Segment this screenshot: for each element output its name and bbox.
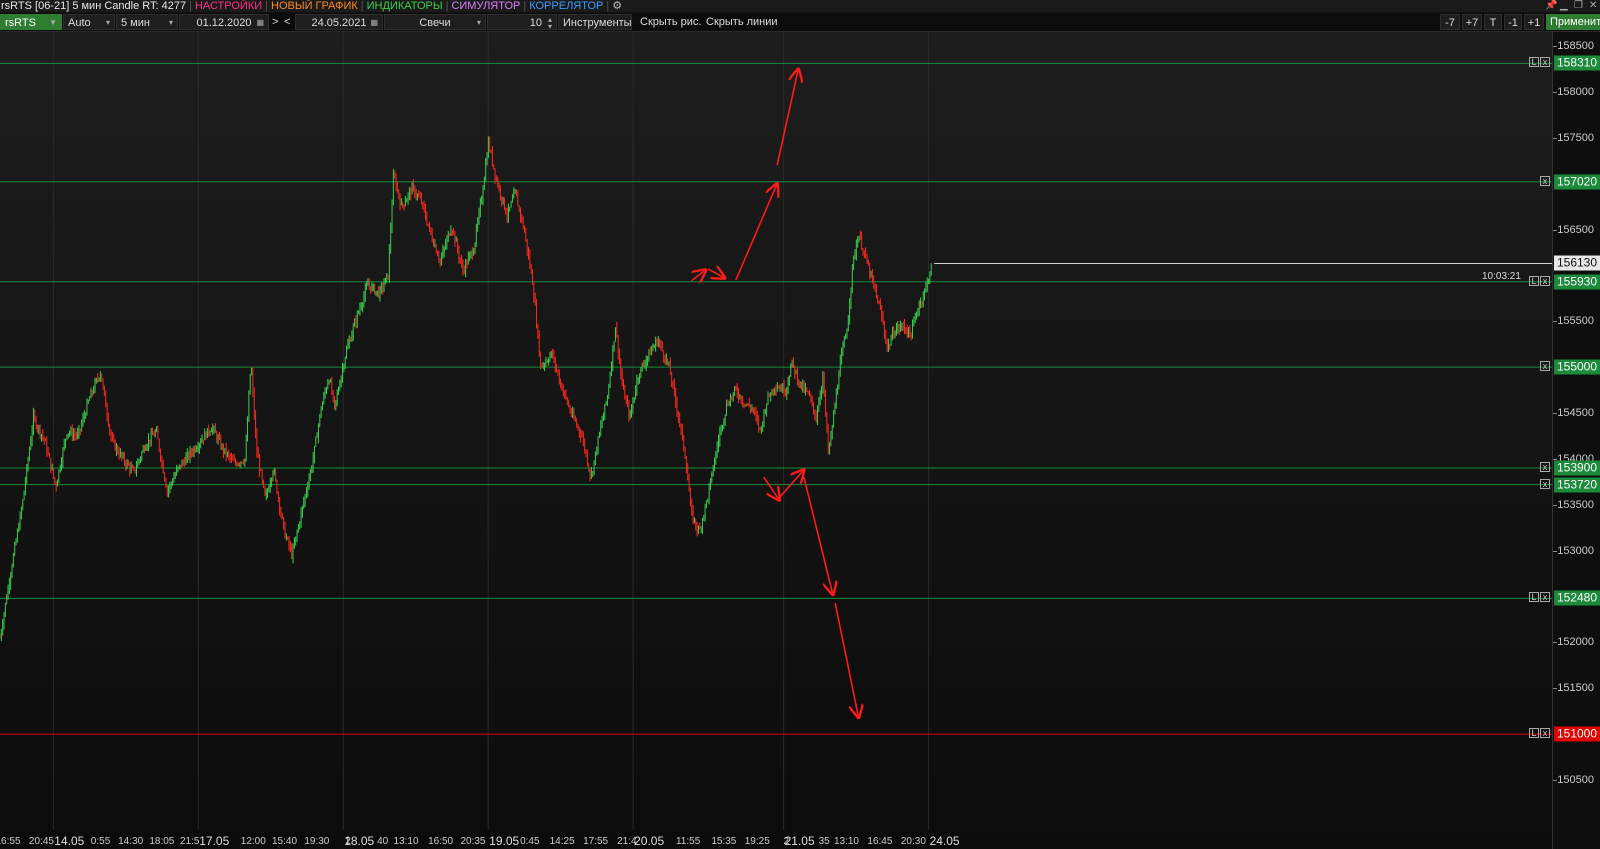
level-lock-icon[interactable]: L bbox=[1529, 57, 1539, 68]
level-close-icon[interactable]: x bbox=[1540, 361, 1550, 372]
annotation-arrow bbox=[778, 470, 804, 498]
candlestick-chart bbox=[0, 32, 1552, 830]
level-close-icon[interactable]: x bbox=[1540, 175, 1550, 186]
x-axis-time-label: 15:35 bbox=[711, 836, 737, 847]
level-price-tag[interactable]: 157020 bbox=[1554, 174, 1600, 190]
x-axis-time-label: 0:55 bbox=[90, 836, 111, 847]
x-axis-time-label: 16:55 bbox=[0, 836, 21, 847]
x-axis-date-label: 17.05 bbox=[199, 834, 230, 848]
x-axis-time-label: 40 bbox=[377, 836, 389, 847]
annotation-arrow bbox=[776, 69, 798, 166]
x-axis-time-label: 13:10 bbox=[393, 836, 419, 847]
annotation-arrow bbox=[763, 476, 780, 500]
x-axis-date-label: 14.05 bbox=[54, 834, 85, 848]
x-axis-time-label: 16:50 bbox=[428, 836, 454, 847]
level-controls[interactable]: x bbox=[1539, 175, 1550, 188]
level-price-tag[interactable]: 155930 bbox=[1554, 274, 1600, 290]
x-axis-time-label: 20:30 bbox=[900, 836, 926, 847]
x-axis-time-label: 13:10 bbox=[833, 836, 859, 847]
level-controls[interactable]: Lx bbox=[1528, 728, 1550, 740]
level-price-tag[interactable]: 155000 bbox=[1554, 359, 1600, 375]
x-axis-time-label: 21:5 bbox=[180, 836, 200, 847]
level-lock-icon[interactable]: L bbox=[1529, 728, 1539, 739]
x-axis-time-label: 19:30 bbox=[304, 836, 330, 847]
level-price-tag[interactable]: 151000 bbox=[1554, 726, 1600, 742]
x-axis-date-label: 20.05 bbox=[634, 834, 665, 848]
x-axis-time-label: 0:45 bbox=[520, 836, 540, 847]
x-axis-time-label: 20:35 bbox=[460, 836, 486, 847]
annotation-arrow bbox=[735, 184, 777, 281]
level-close-icon[interactable]: x bbox=[1540, 275, 1550, 286]
annotation-arrow bbox=[690, 270, 705, 281]
level-price-tag[interactable]: 153900 bbox=[1554, 460, 1600, 476]
level-close-icon[interactable]: x bbox=[1540, 57, 1550, 68]
level-close-icon[interactable]: x bbox=[1540, 478, 1550, 489]
current-price-tag: 156130 bbox=[1554, 255, 1600, 271]
x-axis-date-label: 18.05 bbox=[344, 834, 375, 848]
x-axis-time-label: 17:55 bbox=[583, 836, 609, 847]
level-controls[interactable]: x bbox=[1539, 361, 1550, 373]
level-controls[interactable]: Lx bbox=[1528, 57, 1550, 69]
x-axis-date-label: 19.05 bbox=[489, 834, 520, 848]
x-axis-time-label: 18:05 bbox=[149, 836, 175, 847]
x-axis-time-label: 19:25 bbox=[744, 836, 770, 847]
level-controls[interactable]: x bbox=[1539, 478, 1550, 491]
level-controls[interactable]: Lx bbox=[1528, 592, 1550, 604]
x-axis-time-label: 11:55 bbox=[675, 836, 701, 847]
level-price-tag[interactable]: 158310 bbox=[1554, 55, 1600, 71]
level-controls[interactable]: x bbox=[1539, 462, 1550, 474]
x-axis-time-label: 14:30 bbox=[118, 836, 144, 847]
x-axis-time-label: 15:40 bbox=[272, 836, 298, 847]
annotation-arrow bbox=[707, 269, 725, 278]
x-axis-date-label: 24.05 bbox=[929, 834, 960, 848]
annotation-arrow bbox=[834, 602, 858, 718]
level-controls[interactable]: Lx bbox=[1528, 275, 1550, 288]
x-axis-time-label: 14:25 bbox=[549, 836, 575, 847]
x-axis-time-label: 35 bbox=[818, 836, 830, 847]
level-close-icon[interactable]: x bbox=[1540, 728, 1550, 739]
level-lock-icon[interactable]: L bbox=[1529, 275, 1539, 286]
x-axis-time-label: 12:00 bbox=[240, 836, 266, 847]
level-price-tag[interactable]: 152480 bbox=[1554, 590, 1600, 606]
x-axis-time-label: 16:45 bbox=[867, 836, 893, 847]
level-close-icon[interactable]: x bbox=[1540, 462, 1550, 473]
current-time-label: 10:03:21 bbox=[1482, 271, 1521, 282]
annotation-arrow bbox=[803, 477, 833, 594]
x-axis-time-label: 20:45 bbox=[28, 836, 54, 847]
level-price-tag[interactable]: 153720 bbox=[1554, 477, 1600, 493]
level-close-icon[interactable]: x bbox=[1540, 592, 1550, 603]
x-axis-date-label: 21.05 bbox=[784, 834, 815, 848]
level-lock-icon[interactable]: L bbox=[1529, 592, 1539, 603]
